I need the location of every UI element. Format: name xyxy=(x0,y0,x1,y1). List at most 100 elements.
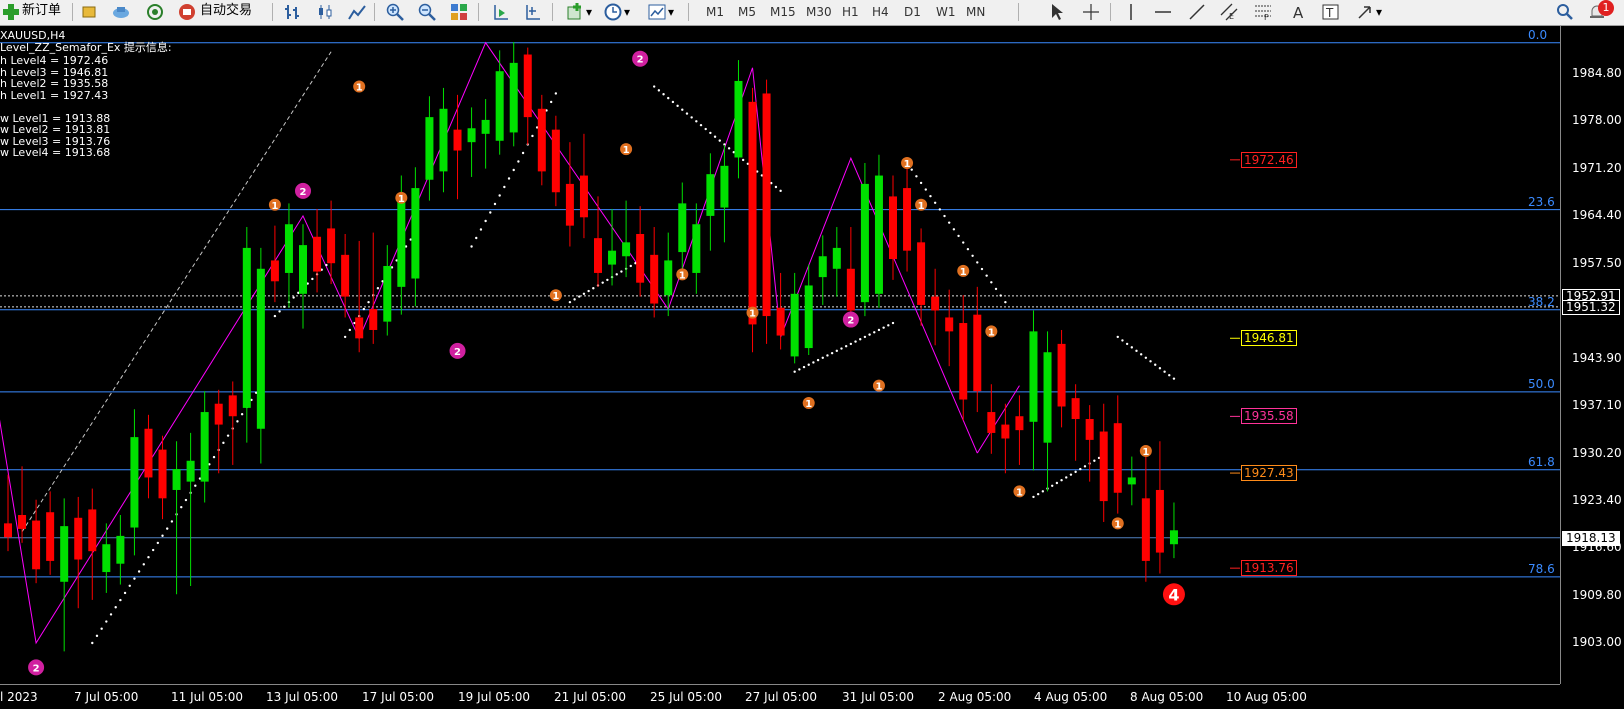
chart-shift-icon[interactable] xyxy=(492,3,510,21)
arrows-icon[interactable] xyxy=(1356,3,1374,21)
sar-dot xyxy=(882,326,885,329)
candle-body xyxy=(467,128,476,143)
time-axis-label: 4 Aug 05:00 xyxy=(1034,690,1108,704)
chevron-down-icon[interactable]: ▾ xyxy=(668,3,674,21)
timeframe-h1[interactable]: H1 xyxy=(842,3,859,21)
crosshair-icon[interactable] xyxy=(1082,3,1100,21)
candlestick-chart-icon[interactable] xyxy=(316,3,334,21)
timeframe-w1[interactable]: W1 xyxy=(936,3,956,21)
vertical-line-icon[interactable] xyxy=(1122,3,1140,21)
candle-body xyxy=(355,317,364,339)
sar-dot xyxy=(657,89,661,92)
fibonacci-level-label: 78.6 xyxy=(1528,561,1555,576)
sar-dot xyxy=(278,310,281,313)
svg-text:E: E xyxy=(1229,12,1234,21)
chevron-down-icon[interactable]: ▾ xyxy=(624,3,630,21)
candle-body xyxy=(1071,398,1080,420)
periods-icon[interactable] xyxy=(604,3,622,21)
cloud-icon[interactable] xyxy=(112,3,130,21)
market-watch-icon[interactable] xyxy=(80,3,98,21)
price-chart[interactable]: 44222221111111111111111 xyxy=(0,26,1560,684)
line-chart-icon[interactable] xyxy=(348,3,366,21)
templates-icon[interactable] xyxy=(648,3,666,21)
semafor-marker-label: 1 xyxy=(988,327,995,338)
candle-body xyxy=(523,54,532,118)
timeframe-m1[interactable]: M1 xyxy=(706,3,724,21)
sar-dot xyxy=(587,289,590,293)
candle-body xyxy=(636,233,645,283)
search-icon[interactable] xyxy=(1556,3,1574,21)
time-axis-label: 17 Jul 05:00 xyxy=(362,690,434,704)
sar-dot xyxy=(119,598,122,602)
sar-dot xyxy=(343,335,347,339)
indicator-title: Level_ZZ_Semafor_Ex 提示信息: xyxy=(0,41,172,54)
svg-text:A: A xyxy=(1293,4,1304,21)
sar-dot xyxy=(517,160,520,163)
svg-text:F: F xyxy=(1264,13,1269,21)
time-axis-label: 13 Jul 05:00 xyxy=(266,690,338,704)
indicator-info-line: w Level4 = 1913.68 xyxy=(0,146,111,159)
signals-icon[interactable] xyxy=(146,3,164,21)
sar-dot xyxy=(1144,356,1148,360)
sar-dot xyxy=(863,335,867,339)
candle-body xyxy=(551,129,560,193)
new-order-button[interactable]: 新订单 xyxy=(22,0,61,22)
timeframe-h4[interactable]: H4 xyxy=(872,3,889,21)
chevron-down-icon[interactable]: ▾ xyxy=(1376,3,1382,21)
text-label-icon[interactable]: T xyxy=(1322,3,1340,21)
timeframe-m30[interactable]: M30 xyxy=(806,3,832,21)
timeframe-m5[interactable]: M5 xyxy=(738,3,756,21)
level-tag: 1913.76 xyxy=(1241,560,1297,577)
cursor-icon[interactable] xyxy=(1048,3,1066,21)
sar-dot xyxy=(236,420,239,423)
sar-dot xyxy=(1093,459,1096,462)
candle-body xyxy=(186,460,195,482)
sar-dot xyxy=(774,185,778,189)
trendline-icon[interactable] xyxy=(1188,3,1206,21)
sar-dot xyxy=(273,314,277,318)
sar-dot xyxy=(292,296,295,299)
sar-dot xyxy=(802,365,806,369)
candle-body xyxy=(18,515,27,529)
timeframe-mn[interactable]: MN xyxy=(966,3,985,21)
sar-dot xyxy=(877,328,881,332)
sar-dot xyxy=(999,294,1002,297)
sar-dot xyxy=(718,139,721,142)
timeframe-d1[interactable]: D1 xyxy=(904,3,921,21)
sar-dot xyxy=(976,261,979,264)
auto-scroll-icon[interactable] xyxy=(524,3,542,21)
sar-dot xyxy=(844,345,848,348)
candle-body xyxy=(60,526,69,582)
new-order-icon[interactable] xyxy=(2,3,20,21)
sar-dot xyxy=(166,527,169,530)
auto-trading-icon[interactable] xyxy=(178,3,196,21)
equidistant-channel-icon[interactable]: E xyxy=(1220,3,1238,21)
sar-dot xyxy=(592,287,595,290)
sar-dot xyxy=(1163,370,1166,373)
bar-chart-icon[interactable] xyxy=(284,3,302,21)
zoom-in-icon[interactable] xyxy=(386,3,404,21)
sar-dot xyxy=(690,116,693,119)
sar-dot xyxy=(943,214,946,218)
candle-body xyxy=(860,183,869,303)
horizontal-line-icon[interactable] xyxy=(1154,3,1172,21)
candle-body xyxy=(664,260,673,296)
chevron-down-icon[interactable]: ▾ xyxy=(586,3,592,21)
fibonacci-icon[interactable]: F xyxy=(1254,3,1272,22)
zoom-out-icon[interactable] xyxy=(418,3,436,21)
tile-windows-icon[interactable] xyxy=(450,3,468,21)
time-axis-label: 25 Jul 05:00 xyxy=(650,690,722,704)
sar-dot xyxy=(709,131,712,135)
semafor-marker-label: 2 xyxy=(637,55,644,66)
sar-dot xyxy=(1116,335,1119,339)
candle-body xyxy=(987,412,996,433)
text-tool-icon[interactable]: A xyxy=(1290,3,1308,22)
level-tag: 1927.43 xyxy=(1241,465,1297,482)
sar-dot xyxy=(521,151,525,155)
auto-trading-button[interactable]: 自动交易 xyxy=(200,0,252,22)
sar-dot xyxy=(348,328,352,332)
timeframe-m15[interactable]: M15 xyxy=(770,3,796,21)
indicators-icon[interactable] xyxy=(566,3,584,21)
sar-dot xyxy=(873,331,876,334)
price-axis-label: 1957.50 xyxy=(1572,255,1622,270)
